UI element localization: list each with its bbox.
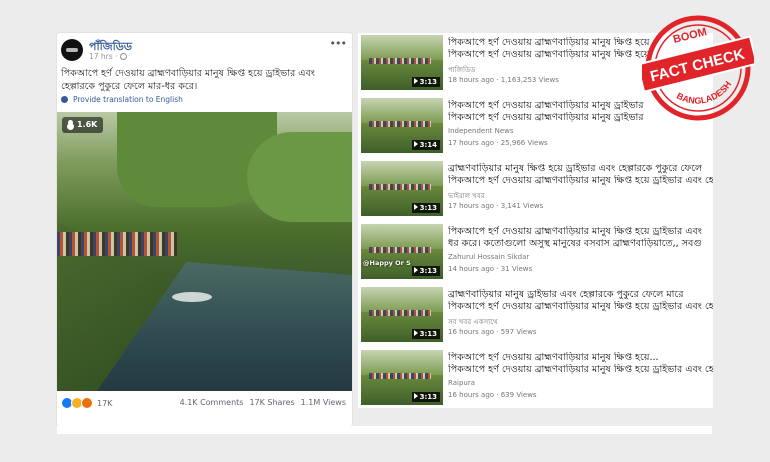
translate-link[interactable]: Provide translation to English [61,95,183,104]
video-meta: 16 hours ago · 639 Views [448,391,537,399]
play-icon [413,393,418,399]
video-title-line1[interactable]: পিকআপে হর্ণ দেওয়ায় ব্রাহ্মণবাড়িয়ার ম… [448,352,713,364]
play-icon [413,141,418,147]
duration-badge: 3:13 [411,266,440,276]
video-thumbnail[interactable]: 3:13 [361,287,443,342]
duration: 3:13 [419,78,437,86]
channel-name[interactable]: Zahurul Hossain Sikdar [448,253,529,261]
cropped-strip [57,426,712,434]
video-title[interactable]: পিকআপে হর্ণ দেওয়ায় ব্রাহ্মণবাড়িয়ার ম… [448,352,713,376]
list-item[interactable]: 3:13 ব্রাহ্মণবাড়িয়ার মানুষ ক্ষিপ্ত হয়… [358,159,713,221]
person-icon [68,120,73,125]
video-title-line2[interactable]: পিকআপে হর্ণ দেওয়ায় ব্রাহ্মণবাড়িয়ার ম… [448,364,713,376]
duration: 3:13 [419,393,437,401]
list-item[interactable]: @Happy Or S 3:13 পিকআপে হর্ণ দেওয়ায় ব্… [358,222,713,284]
more-options-icon[interactable]: ••• [330,37,347,50]
duration: 3:13 [419,267,437,275]
video-splash [172,292,212,302]
duration-badge: 3:13 [411,203,440,213]
globe-icon [120,53,128,60]
fact-check-stamp: BOOM FACT CHECK BANGLADESH [642,15,754,121]
duration: 3:13 [419,204,437,212]
video-thumbnail[interactable]: 3:14 [361,98,443,153]
duration-badge: 3:13 [411,329,440,339]
stamp-top-text: BOOM [672,26,708,46]
translate-icon [61,96,68,103]
comments-count[interactable]: 4.1K Comments [180,398,244,407]
video-title-line1[interactable]: ব্রাহ্মণবাড়িয়ার মানুষ ক্ষিপ্ত হয়ে ড্র… [448,163,713,175]
list-item[interactable]: 3:13 পিকআপে হর্ণ দেওয়ায় ব্রাহ্মণবাড়িয… [358,348,713,408]
reactions-count[interactable]: 17K [97,399,112,408]
post-video[interactable]: 1.6K [57,112,352,391]
post-time-text[interactable]: 17 hrs · [89,52,117,61]
video-thumbnail[interactable]: 3:13 [361,35,443,90]
play-icon [413,78,418,84]
channel-name[interactable]: পাজিডিড [448,64,475,76]
post-time[interactable]: 17 hrs · [89,52,128,61]
video-title-line2[interactable]: পিকআপে হর্ণ দেওয়ায় ব্রাহ্মণবাড়িয়ার ম… [448,175,713,187]
channel-name[interactable]: Independent News [448,127,514,135]
video-title[interactable]: পিকআপে হর্ণ দেওয়ায় ব্রাহ্মণবাড়িয়ার ম… [448,226,713,250]
thumbnail-watermark: @Happy Or S [363,259,411,267]
duration: 3:14 [419,141,437,149]
video-meta: 14 hours ago · 31 Views [448,265,533,273]
channel-name[interactable]: সব খবর একসাথে [448,316,498,328]
video-meta: 17 hours ago · 25,966 Views [448,139,548,147]
play-icon [413,267,418,273]
video-title-line1[interactable]: পিকআপে হর্ণ দেওয়ায় ব্রাহ্মণবাড়িয়ার ম… [448,226,713,238]
angry-reaction-icon [81,397,93,409]
video-thumbnail[interactable]: 3:13 [361,161,443,216]
video-trees-right [247,132,352,222]
video-thumbnail[interactable]: @Happy Or S 3:13 [361,224,443,279]
reactions[interactable]: 17K [61,397,112,409]
views-count: 1.1M Views [300,398,346,407]
video-thumbnail[interactable]: 3:13 [361,350,443,405]
play-icon [413,330,418,336]
list-item[interactable]: 3:13 ব্রাহ্মণবাড়িয়ার মানুষ ড্রাইভার এব… [358,285,713,347]
video-title[interactable]: ব্রাহ্মণবাড়িয়ার মানুষ ড্রাইভার এবং হেল… [448,289,713,313]
post-footer: 17K 4.1K Comments 17K Shares 1.1M Views [57,391,352,426]
video-title[interactable]: ব্রাহ্মণবাড়িয়ার মানুষ ক্ষিপ্ত হয়ে ড্র… [448,163,713,187]
duration-badge: 3:13 [411,392,440,402]
post-header: পাঁজিডিড 17 hrs · ••• [57,33,352,63]
video-title-line2[interactable]: পিকআপে হর্ণ দেওয়ায় ব্রাহ্মণবাড়িয়ার ম… [448,301,713,313]
video-meta: 16 hours ago · 597 Views [448,328,537,336]
video-views-count: 1.6K [77,120,98,129]
video-meta: 17 hours ago · 3,141 Views [448,202,544,210]
play-icon [413,204,418,210]
duration: 3:13 [419,330,437,338]
page-avatar[interactable] [61,39,83,61]
post-text: পিকআপে হর্ণ দেওয়ায় ব্রাহ্মণবাড়িয়ার ম… [61,68,315,92]
video-title-line2[interactable]: ধর করে। কতোগুলো অসুস্থ মানুষের বসবাস ব্র… [448,238,713,250]
channel-name[interactable]: Raipura [448,379,475,387]
post-stats: 4.1K Comments 17K Shares 1.1M Views [174,398,346,407]
shares-count[interactable]: 17K Shares [249,398,294,407]
duration-badge: 3:13 [411,77,440,87]
video-crowd [57,232,177,256]
video-title-line1[interactable]: ব্রাহ্মণবাড়িয়ার মানুষ ড্রাইভার এবং হেল… [448,289,713,301]
translate-label[interactable]: Provide translation to English [73,95,183,104]
duration-badge: 3:14 [411,140,440,150]
video-views-badge: 1.6K [62,117,104,133]
facebook-post: পাঁজিডিড 17 hrs · ••• পিকআপে হর্ণ দেওয়া… [57,33,352,426]
video-meta: 18 hours ago · 1,163,253 Views [448,76,559,84]
channel-name[interactable]: ভাইরাল খবর [448,190,485,202]
